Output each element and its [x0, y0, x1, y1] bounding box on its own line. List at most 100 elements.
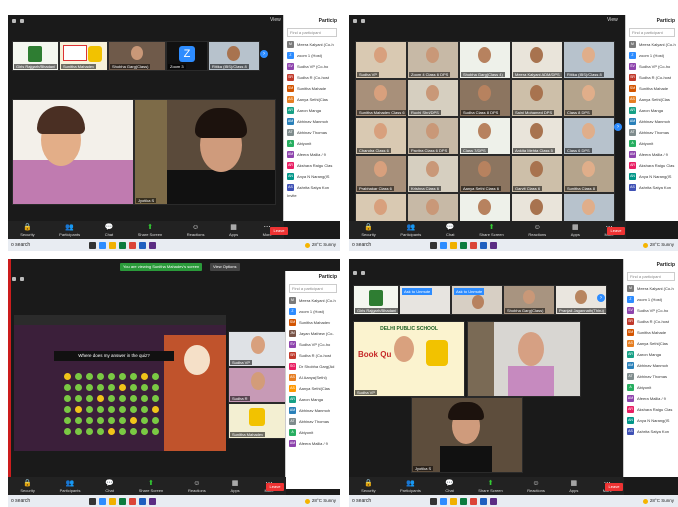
participant-row[interactable]: AS Aanya Sethi(Clas	[284, 94, 340, 105]
answer-dot[interactable]	[97, 417, 104, 424]
thumb-tile[interactable]: Z Zoom 3	[166, 41, 208, 71]
answer-dot[interactable]	[86, 428, 93, 435]
answer-dot[interactable]	[130, 428, 137, 435]
answer-dot[interactable]	[75, 417, 82, 424]
participant-row[interactable]: A Abiyonit	[286, 427, 340, 438]
apps-button[interactable]: ▦ Apps	[569, 480, 578, 493]
word-icon[interactable]	[480, 497, 487, 505]
thumb-tile[interactable]: Ask to Unmute	[451, 285, 503, 315]
participant-row[interactable]: M Meera Kalyani (Co-h	[284, 39, 340, 50]
participant-row[interactable]: AS Aanya Sethi(Clas	[624, 338, 678, 349]
teams-icon[interactable]	[490, 241, 497, 249]
excel-icon[interactable]	[119, 497, 126, 505]
participant-row[interactable]: SV Sudha VP (Co-ho	[284, 61, 340, 72]
answer-dot[interactable]	[141, 406, 148, 413]
answer-dot[interactable]	[152, 428, 159, 435]
answer-dot[interactable]	[97, 384, 104, 391]
answer-dot[interactable]	[75, 373, 82, 380]
participant-row[interactable]: SR Sudha R (Co-host	[626, 72, 678, 83]
share-screen-button[interactable]: ⬆ Share Screen	[478, 480, 502, 493]
gallery-tile[interactable]: Class 7/DPS	[459, 117, 511, 155]
participants-button[interactable]: 👥 Participants	[400, 480, 421, 493]
video-tile[interactable]: Jyotika S	[411, 397, 523, 473]
participant-row[interactable]: AS Aanya Sethi(Clas	[286, 383, 340, 394]
answer-dot[interactable]	[86, 384, 93, 391]
participant-row[interactable]: AM Afeera Mallia / 9	[284, 149, 340, 160]
participant-row[interactable]: AR Aaron Manga	[284, 105, 340, 116]
participants-button[interactable]: 👥 Participants	[59, 224, 80, 237]
excel-icon[interactable]	[119, 241, 126, 249]
answer-dot[interactable]	[152, 406, 159, 413]
participant-row[interactable]: AN Anya N Narang(IS	[626, 171, 678, 182]
thumb-tile[interactable]: Shobha Garg(Class)	[503, 285, 555, 315]
ask-to-unmute-button[interactable]: Ask to Unmute	[402, 288, 433, 295]
gallery-tile[interactable]: Ruchi Shri/DPS	[407, 79, 459, 117]
thumb-tile[interactable]: Shobha Garg(Class)	[108, 41, 166, 71]
windows-icon[interactable]	[89, 241, 96, 249]
view-button[interactable]: View	[270, 17, 281, 23]
folder-icon[interactable]	[109, 497, 116, 505]
weather-widget[interactable]: 28°C Sunny	[642, 498, 674, 504]
security-button[interactable]: 🔒 Security	[361, 480, 375, 493]
participant-row[interactable]: AS Aanya Sethi(Clas	[626, 94, 678, 105]
answer-dot[interactable]	[141, 428, 148, 435]
windows-icon[interactable]	[430, 497, 437, 505]
participant-row[interactable]: M Meera Kalyani (Co-h	[624, 283, 678, 294]
video-tile[interactable]: DELHI PUBLIC SCHOOL Book Qu Sudha VP	[353, 321, 465, 397]
word-icon[interactable]	[480, 241, 487, 249]
gallery-tile[interactable]: Pavitra Class 6 DPS	[407, 117, 459, 155]
participant-row[interactable]: AT Abhinav Thomas	[624, 371, 678, 382]
participant-row[interactable]: Zzoom 1 (Host)	[624, 294, 678, 305]
answer-dot[interactable]	[130, 417, 137, 424]
participant-row[interactable]: AS AI Aanya(Sethi)	[286, 372, 340, 383]
participant-row[interactable]: SM Sunitha Mahade	[624, 327, 678, 338]
participant-search-input[interactable]: Find a participant	[629, 28, 675, 37]
gallery-tile[interactable]: Saini Mohamed DPS	[511, 79, 563, 117]
participant-row[interactable]: SV Sudha VP (Co-ho	[286, 339, 340, 350]
participant-row[interactable]: SM Sunitha Mahade	[284, 83, 340, 94]
answer-dot[interactable]	[130, 395, 137, 402]
shared-screen[interactable]: Where does my answer in the quiz?	[14, 315, 226, 451]
participant-row[interactable]: AM Abhinav Manmoh	[626, 116, 678, 127]
invite-button[interactable]: Invite	[284, 193, 340, 198]
windows-icon[interactable]	[89, 497, 96, 505]
weather-widget[interactable]: 28°C Sunny	[304, 498, 336, 504]
leave-button[interactable]: Leave	[270, 227, 288, 235]
answer-dot[interactable]	[130, 406, 137, 413]
leave-button[interactable]: Leave	[266, 483, 284, 491]
zoom-app-icon[interactable]	[440, 497, 447, 505]
thumb-tile[interactable]: Girls Rajgarh/Bhadani	[353, 285, 399, 315]
participant-row[interactable]: AR Aaron Manga	[624, 349, 678, 360]
excel-icon[interactable]	[460, 497, 467, 505]
answer-dot[interactable]	[108, 417, 115, 424]
share-screen-button[interactable]: ⬆ Share Screen	[138, 224, 162, 237]
answer-dot[interactable]	[141, 373, 148, 380]
participant-row[interactable]: AM Abhinav Manmoh	[286, 405, 340, 416]
view-button[interactable]: View	[607, 17, 618, 23]
leave-button[interactable]: Leave	[607, 227, 625, 235]
participant-row[interactable]: AS Ashrita Satya Kon	[284, 182, 340, 193]
side-video-tile[interactable]: Sudha R	[228, 367, 288, 403]
chat-button[interactable]: 💬 Chat	[105, 480, 114, 493]
zoom-app-icon[interactable]	[99, 497, 106, 505]
taskbar-search[interactable]: o search	[11, 498, 81, 504]
gallery-tile[interactable]: Sunitha Class 8	[563, 155, 615, 193]
chat-button[interactable]: 💬 Chat	[446, 224, 455, 237]
participant-row[interactable]: AR Akshara Raigu Clas	[624, 404, 678, 415]
teams-icon[interactable]	[149, 497, 156, 505]
answer-dot[interactable]	[141, 395, 148, 402]
participant-row[interactable]: SR Sudha R (Co-host	[624, 316, 678, 327]
participant-row[interactable]: Zzoom 1 (Host)	[286, 306, 340, 317]
participant-row[interactable]: A Abiyonit	[284, 138, 340, 149]
reactions-button[interactable]: ☺ Reactions	[527, 480, 545, 493]
answer-dot[interactable]	[108, 384, 115, 391]
thumb-tile[interactable]: Ask to Unmute	[399, 285, 451, 315]
windows-icon[interactable]	[430, 241, 437, 249]
answer-dot[interactable]	[75, 406, 82, 413]
answer-dot[interactable]	[130, 373, 137, 380]
answer-dot[interactable]	[64, 406, 71, 413]
participant-row[interactable]: AM Abhinav Manmoh	[284, 116, 340, 127]
answer-dot[interactable]	[97, 395, 104, 402]
chrome-icon[interactable]	[470, 241, 477, 249]
answer-dot[interactable]	[64, 373, 71, 380]
